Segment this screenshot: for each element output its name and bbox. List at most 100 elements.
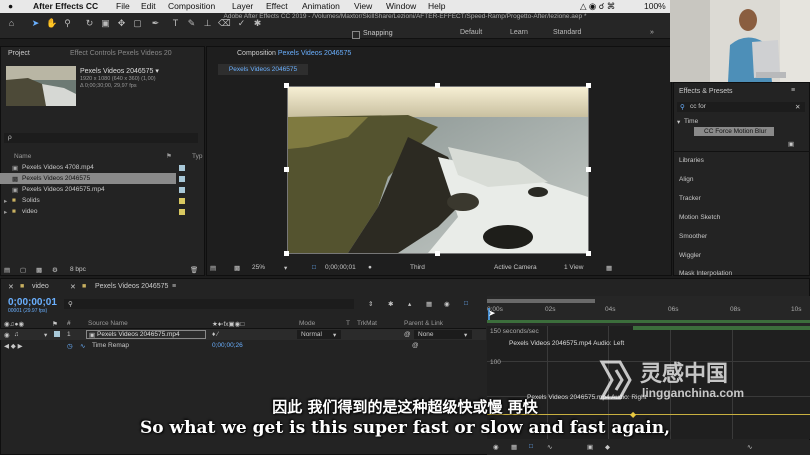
- workspace-default[interactable]: Default: [460, 29, 482, 36]
- menu-effect[interactable]: Effect: [266, 1, 288, 11]
- pen-tool-icon[interactable]: ✒: [150, 17, 161, 30]
- transform-box-icon[interactable]: □: [529, 443, 533, 450]
- transform-handle[interactable]: [284, 83, 289, 88]
- label-color[interactable]: [54, 331, 60, 337]
- pickwhip-icon[interactable]: @: [412, 342, 419, 349]
- col-source-name[interactable]: Source Name: [88, 320, 128, 327]
- menu-layer[interactable]: Layer: [232, 1, 253, 11]
- property-value[interactable]: 0;00;00;26: [212, 342, 243, 349]
- col-trkmat[interactable]: TrkMat: [357, 320, 377, 327]
- transform-handle[interactable]: [586, 251, 591, 256]
- stopwatch-icon[interactable]: ◷: [67, 342, 73, 350]
- tab-effect-controls[interactable]: Effect Controls Pexels Videos 20: [70, 50, 172, 57]
- menu-app[interactable]: After Effects CC: [33, 1, 98, 11]
- panel-menu-icon[interactable]: ≡: [791, 87, 795, 94]
- comp-viewer[interactable]: [287, 86, 589, 254]
- transform-handle[interactable]: [284, 167, 289, 172]
- tab-close-icon[interactable]: ✕: [8, 283, 14, 291]
- mask-tool-icon[interactable]: ▢: [132, 17, 143, 30]
- snapshot-icon[interactable]: ●: [368, 264, 372, 271]
- pan-behind-tool-icon[interactable]: ✥: [116, 17, 127, 30]
- menu-edit[interactable]: Edit: [141, 1, 156, 11]
- timeline-tab-comp[interactable]: Pexels Videos 2046575: [95, 283, 168, 290]
- selection-tool-icon[interactable]: ➤: [30, 17, 41, 30]
- expand-chevron-icon[interactable]: ▸: [4, 197, 7, 205]
- edit-keyframe-icon[interactable]: ◆: [605, 443, 610, 451]
- interpret-footage-icon[interactable]: ▤: [4, 266, 10, 274]
- graph-editor-icon[interactable]: □: [464, 300, 468, 307]
- preview-icon[interactable]: ▤: [210, 264, 216, 272]
- snapping-checkbox[interactable]: [352, 31, 360, 39]
- audio-icon[interactable]: ♫: [14, 331, 19, 338]
- visibility-eye-icon[interactable]: ◉: [4, 331, 10, 339]
- tab-composition-label[interactable]: Composition Pexels Videos 2046575: [237, 50, 351, 57]
- transform-handle[interactable]: [435, 251, 440, 256]
- region-icon[interactable]: □: [312, 264, 316, 271]
- frame-blending-icon[interactable]: ▦: [426, 300, 432, 308]
- project-search-input[interactable]: ρ: [4, 133, 198, 143]
- bpc-label[interactable]: 8 bpc: [70, 266, 86, 273]
- workspace-learn[interactable]: Learn: [510, 29, 528, 36]
- workspace-more-icon[interactable]: »: [650, 29, 654, 36]
- view-dropdown[interactable]: Third: [410, 264, 425, 271]
- comp-timecode[interactable]: 0;00;00;01: [325, 264, 356, 271]
- puppet-tool-icon[interactable]: ✱: [252, 17, 263, 30]
- effects-search-input[interactable]: ⚲ cc for ✕: [677, 102, 805, 112]
- clear-search-icon[interactable]: ✕: [795, 103, 800, 111]
- brush-tool-icon[interactable]: ✎: [186, 17, 197, 30]
- motion-blur-icon[interactable]: ◉: [444, 300, 450, 308]
- fast-preview-icon[interactable]: ▦: [606, 264, 612, 272]
- settings-icon[interactable]: ⚙: [52, 266, 58, 274]
- time-ruler[interactable]: 0:00s 02s 04s 06s 08s 10s: [487, 296, 810, 326]
- fit-icon[interactable]: ▣: [587, 443, 593, 451]
- effects-category[interactable]: Time: [684, 118, 698, 125]
- menu-help[interactable]: Help: [428, 1, 445, 11]
- layer-parent-dropdown[interactable]: None ▾: [414, 330, 472, 339]
- col-parent[interactable]: Parent & Link: [404, 320, 443, 327]
- workspace-standard[interactable]: Standard: [553, 29, 581, 36]
- expand-chevron-icon[interactable]: ▸: [4, 208, 7, 216]
- type-tool-icon[interactable]: T: [170, 17, 181, 30]
- keyframe-nav-icon[interactable]: ◀ ◆ ▶: [4, 342, 23, 350]
- tab-effects-presets[interactable]: Effects & Presets: [679, 88, 733, 95]
- clone-tool-icon[interactable]: ⊥: [202, 17, 213, 30]
- ease-icon[interactable]: ∿: [747, 443, 752, 451]
- graph-toggle-icon[interactable]: ∿: [80, 342, 85, 350]
- comp-subtab[interactable]: Pexels Videos 2046575: [218, 64, 308, 75]
- category-chevron-icon[interactable]: ▾: [677, 118, 680, 126]
- panel-tracker[interactable]: Tracker: [679, 195, 701, 202]
- transform-handle[interactable]: [435, 83, 440, 88]
- graph-type-icon[interactable]: ▦: [511, 443, 517, 451]
- layer-row[interactable]: ◉ ♫ ▾ 1 ▣ Pexels Videos 2046575.mp4 ♦ ∕ …: [0, 329, 486, 340]
- camera-dropdown[interactable]: Active Camera: [494, 264, 537, 271]
- menu-view[interactable]: View: [354, 1, 372, 11]
- panel-smoother[interactable]: Smoother: [679, 233, 707, 240]
- transform-handle[interactable]: [586, 83, 591, 88]
- list-item[interactable]: ▸ ■ video: [0, 206, 205, 217]
- expand-chevron-icon[interactable]: ▾: [44, 331, 47, 339]
- layer-mode-dropdown[interactable]: Normal ▾: [297, 330, 341, 339]
- apple-icon[interactable]: ●: [8, 1, 13, 11]
- list-item[interactable]: ▣ Pexels Videos 4708.mp4: [0, 162, 205, 173]
- panel-libraries[interactable]: Libraries: [679, 157, 704, 164]
- camera-tool-icon[interactable]: ▣: [100, 17, 111, 30]
- menu-file[interactable]: File: [116, 1, 130, 11]
- zoom-tool-icon[interactable]: ⚲: [62, 17, 73, 30]
- tab-close-icon[interactable]: ✕: [70, 283, 76, 291]
- project-col-type[interactable]: Typ: [192, 153, 202, 160]
- panel-menu-icon[interactable]: ≡: [172, 283, 176, 290]
- eraser-tool-icon[interactable]: ⌫: [218, 17, 231, 30]
- panel-motion-sketch[interactable]: Motion Sketch: [679, 214, 720, 221]
- work-area-bar[interactable]: [487, 299, 595, 303]
- col-mode[interactable]: Mode: [299, 320, 315, 327]
- list-item-selected[interactable]: ▩ Pexels Videos 2046575: [0, 173, 176, 184]
- new-preset-icon[interactable]: ▣: [788, 140, 794, 148]
- project-col-name[interactable]: Name: [14, 153, 31, 160]
- shy-layers-icon[interactable]: ▴: [408, 300, 411, 308]
- transform-handle[interactable]: [586, 167, 591, 172]
- effect-result-item[interactable]: CC Force Motion Blur: [694, 127, 774, 136]
- views-dropdown[interactable]: 1 View: [564, 264, 583, 271]
- roto-tool-icon[interactable]: ✓: [236, 17, 247, 30]
- menu-animation[interactable]: Animation: [302, 1, 340, 11]
- snap-icon[interactable]: ∿: [547, 443, 552, 451]
